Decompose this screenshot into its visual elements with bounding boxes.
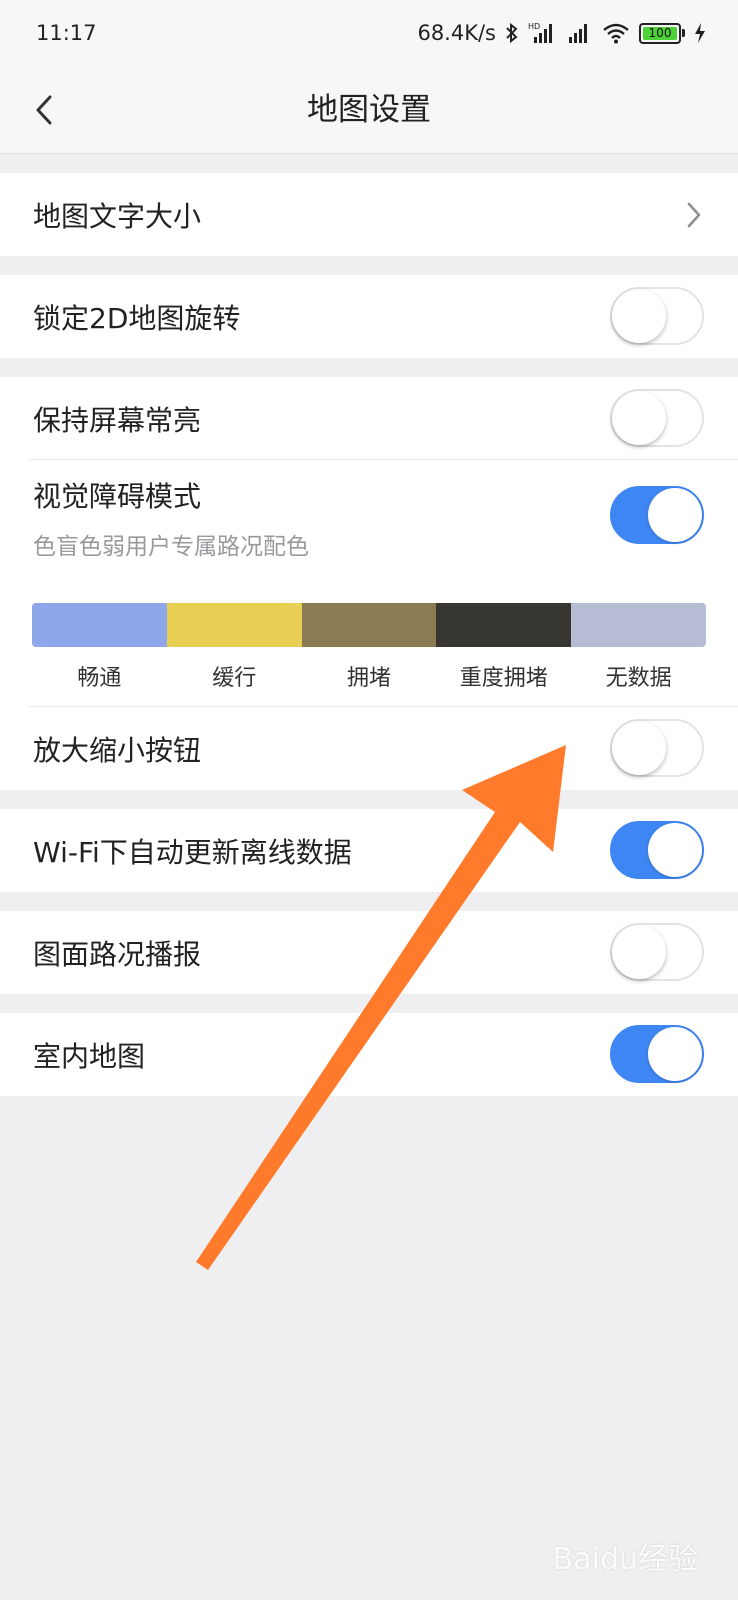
baidu-watermark-logo: Baidu经验	[552, 1542, 698, 1577]
annotation-arrow	[196, 745, 566, 1270]
